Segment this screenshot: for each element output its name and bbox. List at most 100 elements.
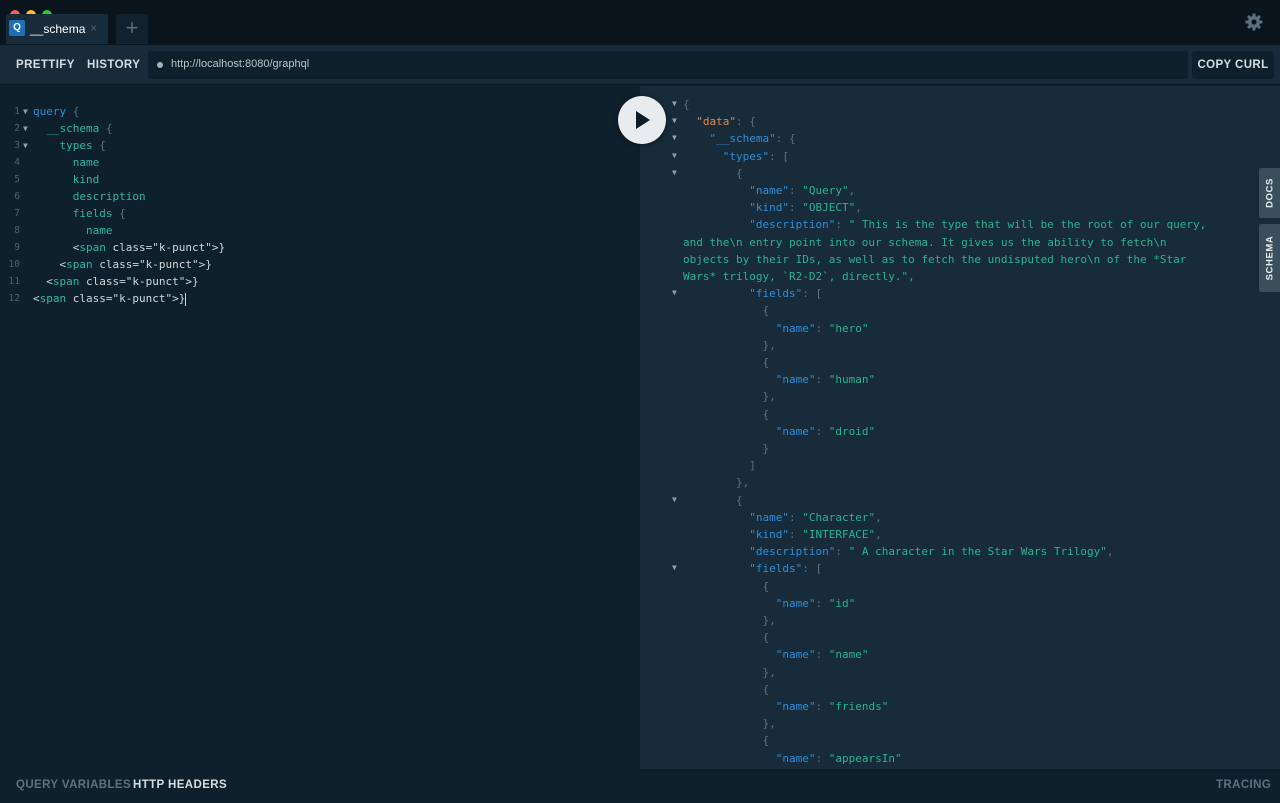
result-line: "name": "Character", (749, 510, 882, 524)
query-line: 2 ▼ __schema { (0, 120, 640, 137)
result-line: "name": "Query", (749, 184, 856, 197)
result-line: Wars* trilogy, `R2-D2`, directly.", (683, 270, 915, 283)
query-editor[interactable]: 1 ▼ query {2 ▼ __schema {3 ▼ types {4 name 5 … (0, 86, 640, 769)
query-line-text: query { (33, 105, 80, 118)
result-line: "kind": "OBJECT", (749, 201, 862, 215)
fold-arrow-icon[interactable]: ▼ (672, 288, 677, 297)
fold-arrow-icon[interactable]: ▼ (672, 563, 677, 572)
tab-schema[interactable]: Q __schema × (6, 14, 108, 44)
query-line-text: fields { (72, 207, 126, 220)
query-line-text: <span class="k-punct">} (33, 241, 226, 254)
result-line: "description": " A character in the Star… (749, 545, 1114, 559)
query-line: 5 kind (0, 171, 640, 188)
result-line: { (683, 734, 770, 748)
query-line: 3 ▼ types { (0, 137, 640, 154)
fold-arrow-icon[interactable]: ▼ (672, 495, 677, 504)
result-line: "data": { (696, 115, 756, 129)
fold-arrow-icon[interactable]: ▼ (672, 133, 677, 142)
result-line: "name": "droid" (775, 424, 876, 438)
query-line-text: __schema { (46, 122, 113, 135)
result-line: { (683, 407, 770, 421)
line-number: 8 (14, 225, 20, 236)
title-bar: Q __schema × + (0, 0, 1280, 45)
result-line: objects by their IDs, as well as to fetc… (683, 252, 1187, 266)
line-number: 5 (14, 174, 20, 185)
history-button[interactable]: HISTORY (87, 45, 140, 85)
query-line-text: description (72, 190, 146, 203)
result-line: "name": "hero" (775, 321, 869, 335)
result-line: and the\n entry point into our schema. I… (683, 235, 1167, 249)
result-line: }, (683, 390, 776, 404)
query-line: 6 description (0, 188, 640, 205)
query-line-text: <span class="k-punct">} (33, 292, 187, 306)
result-line: "description": " This is the type that w… (749, 218, 1207, 232)
query-line-text: name (72, 156, 100, 169)
query-line-text: types { (59, 139, 106, 152)
result-line: "name": "name" (775, 648, 869, 662)
query-line-text: kind (72, 173, 100, 186)
fold-arrow-icon[interactable]: ▼ (672, 151, 677, 160)
fold-arrow-icon[interactable]: ▼ (672, 168, 677, 177)
result-line: "types": [ (722, 149, 789, 163)
result-line: }, (683, 338, 776, 352)
http-headers-tab[interactable]: HTTP HEADERS (133, 769, 227, 803)
endpoint-input[interactable]: http://localhost:8080/graphql (148, 51, 1188, 79)
query-line: 4 name (0, 154, 640, 171)
play-icon[interactable] (618, 96, 666, 144)
prettify-button[interactable]: PRETTIFY (16, 45, 75, 85)
line-number: 7 (14, 208, 20, 219)
result-line: "name": "appearsIn" (775, 751, 902, 765)
result-line: }, (683, 665, 776, 679)
query-line: 7 fields { (0, 205, 640, 222)
line-number: 4 (14, 157, 20, 168)
result-line: { (683, 98, 690, 111)
query-badge-icon: Q (9, 20, 25, 36)
result-line: }, (683, 717, 776, 731)
query-variables-tab[interactable]: QUERY VARIABLES (16, 769, 131, 803)
fold-arrow-icon[interactable]: ▼ (23, 103, 28, 120)
tracing-tab[interactable]: TRACING (1216, 769, 1271, 803)
query-line: 8 name (0, 222, 640, 239)
result-line: }, (683, 476, 750, 490)
result-line: } (683, 442, 770, 455)
result-line: { (683, 493, 743, 507)
query-line-text: <span class="k-punct">} (33, 258, 212, 271)
result-line: }, (683, 614, 776, 627)
docs-tab[interactable]: DOCS (1259, 168, 1280, 218)
result-line: { (683, 682, 770, 696)
line-number: 3 (14, 140, 20, 151)
fold-arrow-icon[interactable]: ▼ (672, 116, 677, 125)
result-viewer[interactable]: ▼ { ▼ "data": { ▼ "__schema": { ▼ "types": [… (640, 86, 1280, 769)
query-line-text: <span class="k-punct">} (33, 275, 199, 288)
result-line: "__schema": { (709, 132, 796, 146)
query-line: 12 <span class="k-punct">} (0, 290, 640, 307)
line-number: 10 (8, 259, 20, 270)
result-line: { (683, 356, 770, 369)
result-line: "kind": "INTERFACE", (749, 528, 882, 541)
result-line: { (683, 631, 770, 645)
line-number: 1 (14, 106, 20, 117)
fold-arrow-icon[interactable]: ▼ (23, 120, 28, 137)
line-number: 6 (14, 191, 20, 202)
toolbar: PRETTIFY HISTORY http://localhost:8080/g… (0, 45, 1280, 85)
query-line: 1 ▼ query { (0, 103, 640, 120)
fold-arrow-icon[interactable]: ▼ (23, 137, 28, 154)
new-tab-button[interactable]: + (116, 14, 148, 44)
gear-icon[interactable] (1244, 12, 1264, 32)
query-line: 9 <span class="k-punct">} (0, 239, 640, 256)
query-line-text: name (85, 224, 113, 237)
result-line: "fields": [ (749, 287, 823, 301)
result-line: "name": "friends" (775, 700, 889, 713)
result-line: { (683, 166, 743, 180)
docs-tab-label: DOCS (1264, 178, 1275, 208)
close-icon[interactable]: × (90, 21, 97, 35)
line-number: 11 (8, 276, 20, 287)
line-number: 9 (14, 242, 20, 253)
schema-tab[interactable]: SCHEMA (1259, 224, 1280, 292)
query-line: 10 <span class="k-punct">} (0, 256, 640, 273)
schema-tab-label: SCHEMA (1264, 235, 1275, 281)
query-line: 11 <span class="k-punct">} (0, 273, 640, 290)
result-line: "fields": [ (749, 562, 823, 576)
fold-arrow-icon[interactable]: ▼ (672, 99, 677, 108)
copy-curl-button[interactable]: COPY CURL (1192, 51, 1274, 79)
